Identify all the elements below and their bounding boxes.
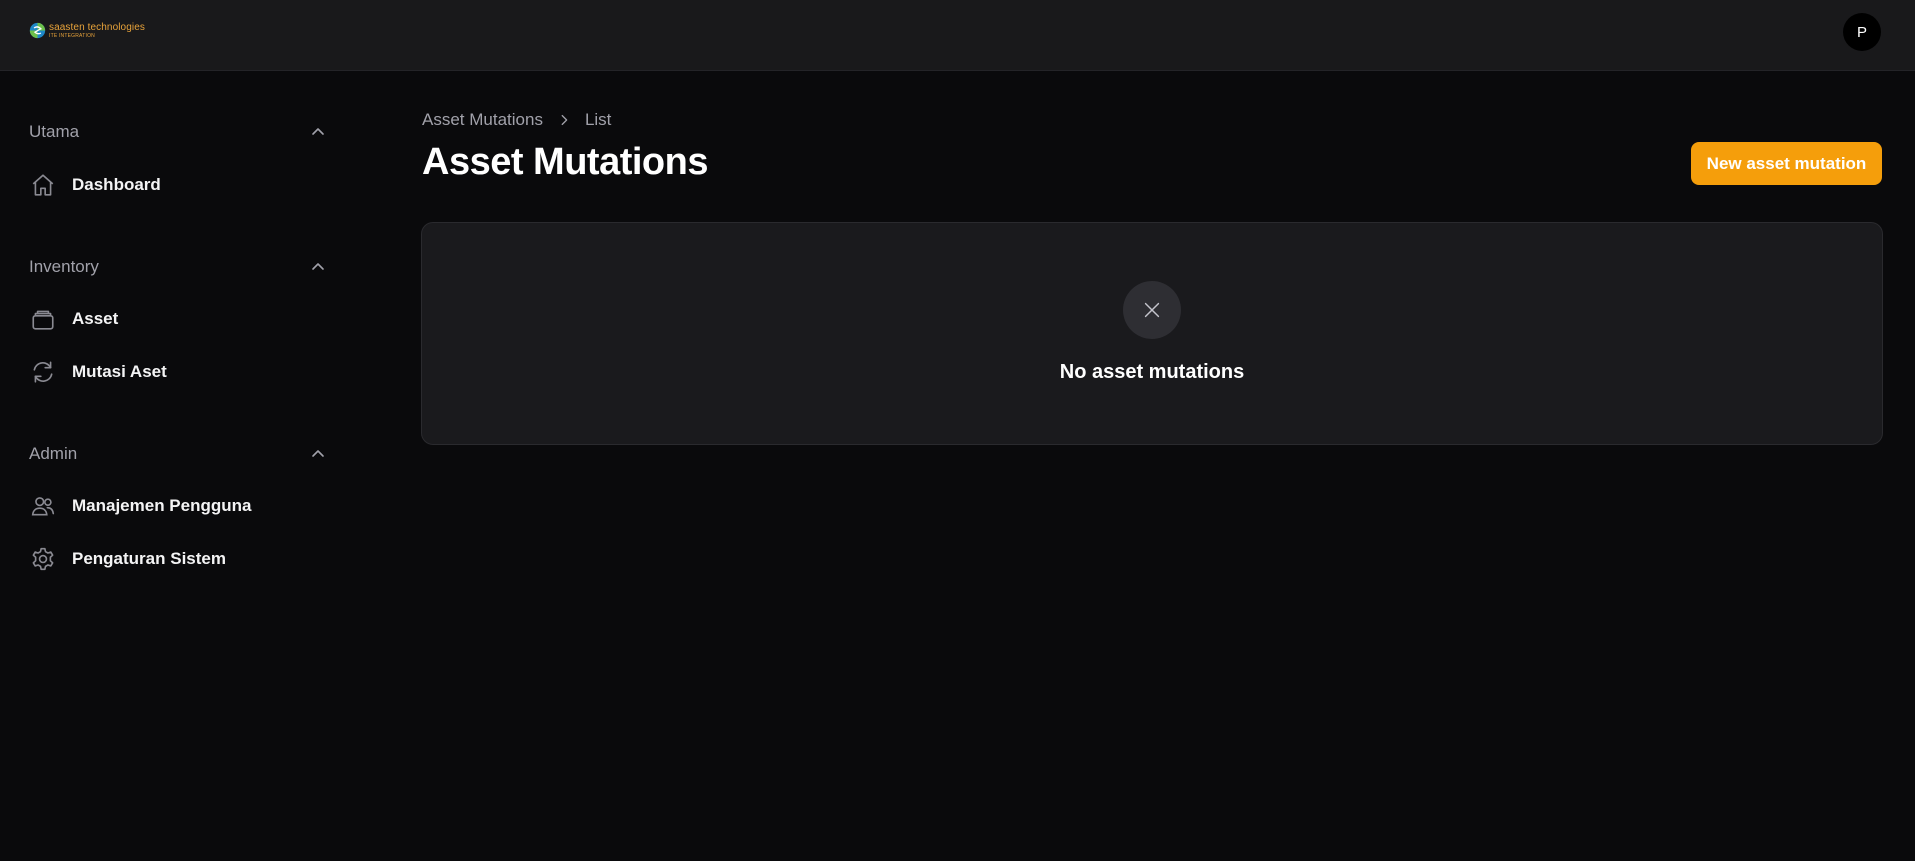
sidebar-item-label: Manajemen Pengguna (72, 496, 252, 515)
top-bar: saasten technologies ITE INTEGRATION P (0, 0, 1915, 71)
sidebar-group-admin[interactable]: Admin (29, 442, 329, 466)
breadcrumb: Asset Mutations List (422, 108, 611, 132)
sidebar-group-inventory[interactable]: Inventory (29, 255, 329, 279)
sidebar-item-mutasi-aset[interactable]: Mutasi Aset (29, 355, 329, 389)
page-title: Asset Mutations (422, 141, 708, 183)
archive-icon (29, 305, 57, 333)
sidebar-item-asset[interactable]: Asset (29, 302, 329, 336)
sidebar-item-label: Dashboard (72, 175, 161, 194)
refresh-icon (29, 358, 57, 386)
sidebar-group-label: Utama (29, 122, 80, 141)
breadcrumb-item-list: List (584, 110, 612, 129)
avatar[interactable]: P (1843, 13, 1881, 51)
x-icon (1123, 281, 1181, 339)
chevron-up-icon[interactable] (310, 446, 326, 462)
sidebar-item-label: Mutasi Aset (72, 362, 167, 381)
users-icon (29, 492, 57, 520)
logo-name: saasten technologies (49, 21, 145, 33)
chevron-right-icon (561, 114, 568, 126)
logo-tagline: ITE INTEGRATION (49, 32, 95, 39)
breadcrumb-item-asset-mutations[interactable]: Asset Mutations (422, 110, 543, 130)
empty-state-message: No asset mutations (1059, 361, 1245, 383)
new-asset-mutation-button[interactable]: New asset mutation (1691, 142, 1882, 185)
sidebar-group-utama[interactable]: Utama (29, 120, 329, 144)
home-icon (29, 171, 57, 199)
sidebar-item-label: Asset (72, 309, 119, 328)
chevron-up-icon[interactable] (310, 124, 326, 140)
sidebar-item-dashboard[interactable]: Dashboard (29, 168, 329, 202)
empty-state-card: No asset mutations (421, 222, 1883, 445)
sidebar-item-manajemen-pengguna[interactable]: Manajemen Pengguna (29, 489, 329, 523)
chevron-up-icon[interactable] (310, 259, 326, 275)
gear-icon (29, 545, 57, 573)
logo[interactable]: saasten technologies ITE INTEGRATION (29, 22, 145, 39)
logo-icon (29, 22, 46, 39)
sidebar-group-label: Admin (29, 444, 78, 463)
sidebar: Utama Dashboard Inventory Asset Mutasi A… (0, 72, 360, 861)
sidebar-group-label: Inventory (29, 257, 99, 276)
sidebar-item-label: Pengaturan Sistem (72, 549, 226, 568)
sidebar-item-pengaturan-sistem[interactable]: Pengaturan Sistem (29, 542, 329, 576)
